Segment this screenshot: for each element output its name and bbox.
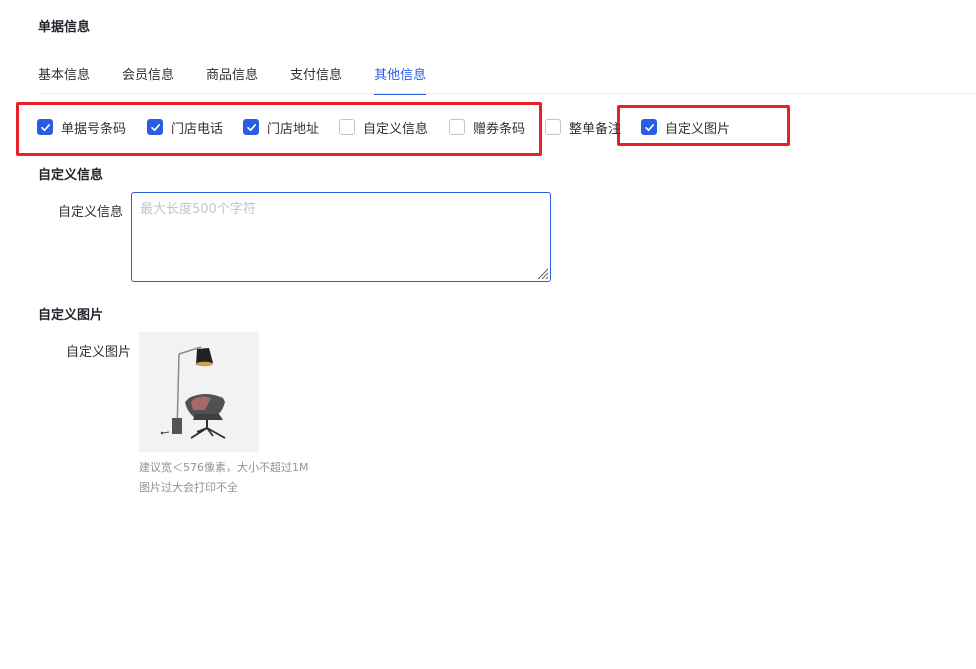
option-store-phone[interactable]: 门店电话	[147, 117, 223, 137]
tab-bar: 基本信息 会员信息 商品信息 支付信息 其他信息	[38, 66, 458, 95]
custom-info-textarea[interactable]	[131, 192, 551, 282]
option-label: 整单备注	[569, 121, 622, 137]
option-label: 自定义信息	[363, 121, 429, 137]
tab-payment-info[interactable]: 支付信息	[290, 66, 342, 94]
custom-image-title: 自定义图片	[38, 308, 104, 323]
custom-info-title: 自定义信息	[38, 168, 104, 183]
tab-product-info[interactable]: 商品信息	[206, 66, 258, 94]
custom-image-preview[interactable]	[139, 332, 259, 452]
checkbox-custom-image[interactable]	[641, 119, 657, 135]
option-order-barcode[interactable]: 单据号条码	[37, 117, 126, 137]
section-title: 单据信息	[38, 20, 91, 35]
checkbox-store-address[interactable]	[243, 119, 259, 135]
tab-other-info[interactable]: 其他信息	[374, 66, 427, 95]
option-order-remark[interactable]: 整单备注	[545, 117, 621, 137]
option-label: 门店地址	[267, 121, 320, 137]
tab-basic-info[interactable]: 基本信息	[38, 66, 90, 94]
resize-handle-icon[interactable]	[535, 266, 549, 280]
option-store-address[interactable]: 门店地址	[243, 117, 319, 137]
option-label: 赠券条码	[473, 121, 526, 137]
option-label: 单据号条码	[61, 121, 127, 137]
option-custom-info[interactable]: 自定义信息	[339, 117, 428, 137]
option-custom-image[interactable]: 自定义图片	[641, 117, 730, 137]
checkbox-store-phone[interactable]	[147, 119, 163, 135]
custom-image-label: 自定义图片	[65, 345, 131, 360]
image-hint-warning: 图片过大会打印不全	[139, 481, 238, 494]
checkbox-custom-info[interactable]	[339, 119, 355, 135]
lamp-chair-image-icon	[139, 332, 259, 452]
tab-member-info[interactable]: 会员信息	[122, 66, 174, 94]
checkbox-order-remark[interactable]	[545, 119, 561, 135]
tabs-divider	[38, 93, 976, 94]
checkbox-coupon-barcode[interactable]	[449, 119, 465, 135]
option-label: 自定义图片	[665, 121, 731, 137]
checkbox-order-barcode[interactable]	[37, 119, 53, 135]
option-label: 门店电话	[171, 121, 224, 137]
image-hint-size: 建议宽＜576像素，大小不超过1M	[139, 461, 309, 474]
option-coupon-barcode[interactable]: 赠券条码	[449, 117, 525, 137]
custom-info-label: 自定义信息	[57, 205, 123, 220]
